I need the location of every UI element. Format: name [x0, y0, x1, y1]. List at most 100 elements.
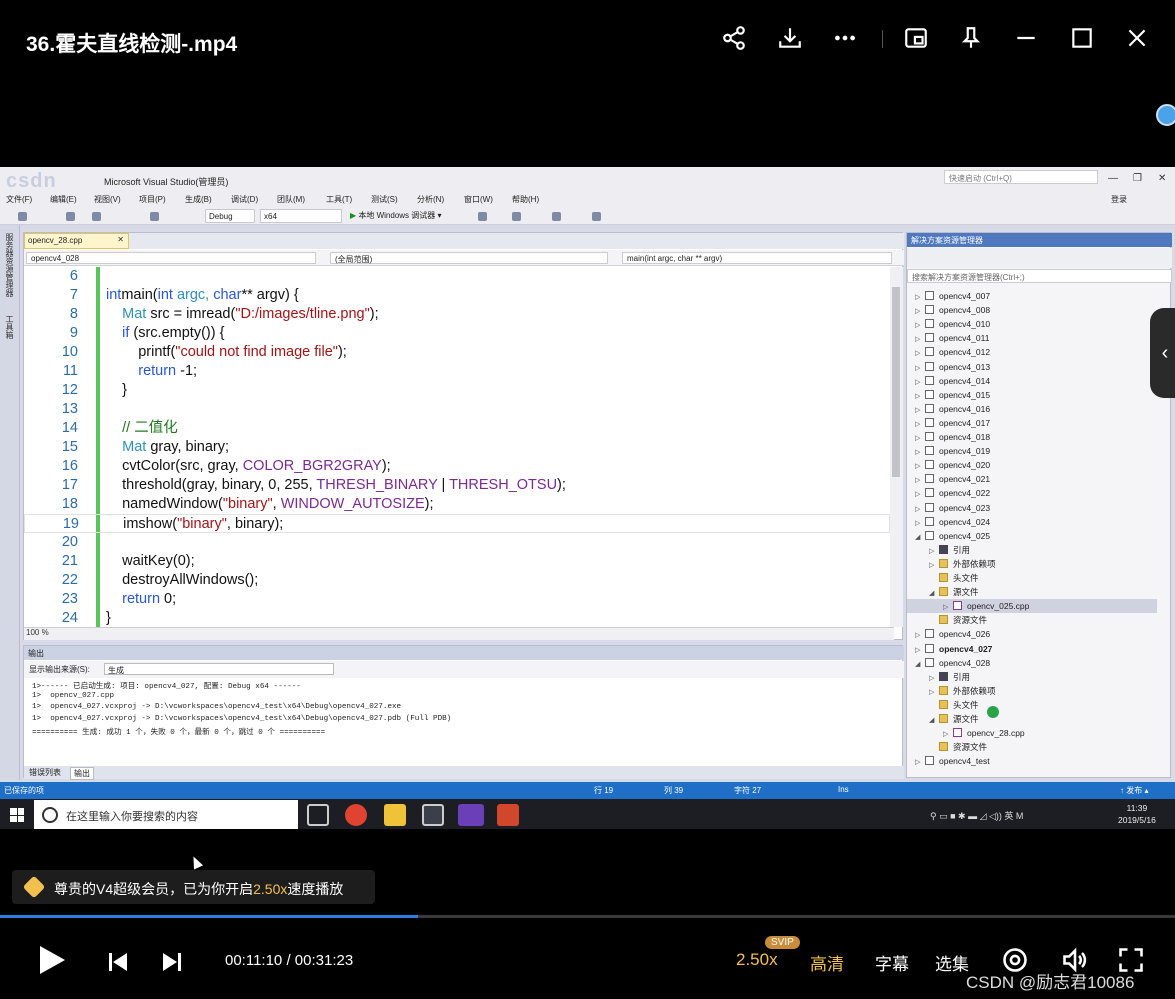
tab-close-icon[interactable]: ✕	[117, 235, 124, 244]
find-icon[interactable]	[478, 212, 487, 221]
code-line[interactable]: 24}	[24, 609, 890, 628]
nav-function-select[interactable]: main(int argc, char ** argv)	[622, 252, 892, 264]
menu-project[interactable]: 项目(P)	[139, 194, 166, 205]
quick-launch-input[interactable]: 快速启动 (Ctrl+Q)	[944, 170, 1098, 184]
tree-item[interactable]: ▷ opencv4_027	[907, 642, 992, 656]
nav-scope-select[interactable]: (全局范围)	[330, 252, 608, 264]
tree-item[interactable]: ▷ opencv4_024	[907, 515, 990, 529]
tree-item[interactable]: ▷ opencv4_011	[907, 331, 989, 345]
code-text-area[interactable]: 6 7 intmain(int argc, char** argv) {8 Mat …	[24, 267, 894, 627]
video-frame[interactable]: csdn Microsoft Visual Studio(管理员) 快速启动 (…	[0, 167, 1175, 829]
tree-item[interactable]: ▷ opencv4_021	[907, 472, 990, 486]
pin-on-top-icon[interactable]	[955, 22, 987, 54]
tree-item[interactable]: 头文件	[907, 571, 979, 585]
vs-minimize-icon[interactable]: —	[1108, 173, 1118, 184]
tree-item[interactable]: ◢ opencv4_025	[907, 529, 990, 543]
tree-item[interactable]: ▷ opencv_28.cpp	[907, 726, 1025, 740]
code-line[interactable]: 23 return 0;	[24, 590, 890, 609]
windows-start-icon[interactable]	[10, 808, 24, 822]
tree-item[interactable]: ▷ 引用	[907, 670, 970, 684]
play-button[interactable]	[40, 946, 65, 974]
undo-icon[interactable]	[150, 212, 159, 221]
tree-item[interactable]: ▷ opencv4_022	[907, 486, 990, 500]
tree-item[interactable]: ▷ 外部依赖项	[907, 557, 996, 571]
menu-tools[interactable]: 工具(T)	[326, 194, 352, 205]
tree-item[interactable]: ▷ opencv4_007	[907, 289, 990, 303]
server-explorer-tab[interactable]: 服务器资源管理器	[4, 233, 15, 297]
maximize-icon[interactable]	[1066, 22, 1098, 54]
code-line[interactable]: 12 }	[24, 381, 890, 400]
menu-edit[interactable]: 编辑(E)	[50, 194, 77, 205]
taskbar-clock[interactable]: 11:39 2019/5/16	[1118, 802, 1156, 826]
tree-item[interactable]: ▷ opencv4_test	[907, 754, 990, 768]
speed-button[interactable]: 2.50x	[736, 950, 778, 970]
tab-error-list[interactable]: 错误列表	[26, 767, 64, 778]
more-icon[interactable]	[829, 22, 861, 54]
comment-icon[interactable]	[552, 212, 561, 221]
code-line[interactable]: 14 // 二值化	[24, 419, 890, 438]
start-debug-button[interactable]: ▶ 本地 Windows 调试器 ▾	[350, 210, 442, 221]
menu-help[interactable]: 帮助(H)	[512, 194, 539, 205]
publish-button[interactable]: ↑ 发布 ▴	[1120, 785, 1148, 796]
calendar-icon[interactable]	[422, 804, 444, 826]
tree-item[interactable]: ▷ opencv_025.cpp	[907, 599, 1157, 614]
editor-vertical-scrollbar[interactable]	[890, 267, 903, 627]
minimize-icon[interactable]	[1010, 22, 1042, 54]
tree-item[interactable]: ▷ opencv4_016	[907, 402, 990, 416]
system-tray[interactable]: ⚲ ▭ ■ ✱ ▬ ◿ ◁)) 英 M	[930, 809, 1023, 822]
file-explorer-icon[interactable]	[384, 804, 406, 826]
code-line[interactable]: 13	[24, 400, 890, 419]
code-line[interactable]: 22 destroyAllWindows();	[24, 571, 890, 590]
login-link[interactable]: 登录	[1111, 194, 1127, 205]
config-select[interactable]: Debug	[205, 209, 255, 223]
zoom-level[interactable]: 100 %	[24, 627, 894, 640]
bookmark-icon[interactable]	[592, 212, 601, 221]
tree-item[interactable]: 资源文件	[907, 740, 987, 754]
new-project-icon[interactable]	[66, 212, 75, 221]
tree-item[interactable]: ▷ opencv4_020	[907, 458, 990, 472]
expand-chevron-icon[interactable]: ▷	[915, 756, 925, 770]
menu-view[interactable]: 视图(V)	[94, 194, 121, 205]
floating-assistant-icon[interactable]	[1156, 104, 1175, 126]
breakpoint-icon[interactable]	[512, 212, 521, 221]
chrome-icon[interactable]	[345, 804, 367, 826]
side-panel-toggle[interactable]: ‹	[1150, 308, 1175, 398]
tree-item[interactable]: 资源文件	[907, 613, 987, 627]
scroll-thumb[interactable]	[892, 287, 900, 477]
close-icon[interactable]	[1121, 22, 1153, 54]
progress-bar[interactable]	[0, 915, 1175, 918]
subtitle-button[interactable]: 字幕	[875, 950, 909, 975]
share-icon[interactable]	[718, 22, 750, 54]
solution-search-input[interactable]: 搜索解决方案资源管理器(Ctrl+;)	[907, 269, 1172, 283]
menu-window[interactable]: 窗口(W)	[464, 194, 493, 205]
save-icon[interactable]	[92, 212, 101, 221]
code-line[interactable]: 17 threshold(gray, binary, 0, 255, THRES…	[24, 476, 890, 495]
nav-project-select[interactable]: opencv4_028	[26, 252, 316, 264]
tree-item[interactable]: ▷ opencv4_014	[907, 374, 990, 388]
powerpoint-icon[interactable]	[497, 804, 519, 826]
tree-item[interactable]: ◢ 源文件	[907, 585, 979, 599]
menu-build[interactable]: 生成(B)	[185, 194, 212, 205]
code-line[interactable]: 9 if (src.empty()) {	[24, 324, 890, 343]
output-log[interactable]: 1>------ 已启动生成: 项目: opencv4_027, 配置: Deb…	[32, 680, 882, 770]
menu-file[interactable]: 文件(F)	[6, 194, 32, 205]
episodes-button[interactable]: 选集	[935, 950, 969, 975]
menu-team[interactable]: 团队(M)	[277, 194, 305, 205]
tree-item[interactable]: 头文件	[907, 698, 979, 712]
code-line[interactable]: 8 Mat src = imread("D:/images/tline.png"…	[24, 305, 890, 324]
code-line[interactable]: 19 imshow("binary", binary);	[24, 514, 890, 533]
visual-studio-icon[interactable]	[458, 804, 484, 826]
tab-output[interactable]: 输出	[70, 767, 94, 780]
quality-button[interactable]: 高清	[810, 950, 844, 975]
tree-item[interactable]: ▷ opencv4_010	[907, 317, 990, 331]
tree-item[interactable]: ▷ 外部依赖项	[907, 684, 996, 698]
tree-item[interactable]: ▷ opencv4_013	[907, 360, 990, 374]
code-line[interactable]: 7 intmain(int argc, char** argv) {	[24, 286, 890, 305]
picture-in-picture-icon[interactable]	[900, 22, 932, 54]
vs-close-icon[interactable]: ✕	[1158, 173, 1166, 184]
menu-analyze[interactable]: 分析(N)	[417, 194, 444, 205]
tree-item[interactable]: ◢ 源文件	[907, 712, 979, 726]
task-view-icon[interactable]	[307, 804, 329, 826]
code-line[interactable]: 16 cvtColor(src, gray, COLOR_BGR2GRAY);	[24, 457, 890, 476]
code-line[interactable]: 6	[24, 267, 890, 286]
